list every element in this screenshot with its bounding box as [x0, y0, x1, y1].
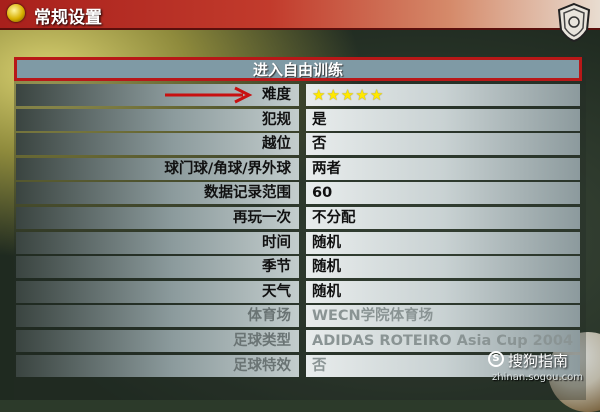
sogou-logo-icon: S — [488, 351, 504, 367]
setting-value[interactable]: 是 — [306, 108, 580, 131]
enter-free-training-button[interactable]: 进入自由训练 — [14, 57, 582, 81]
setting-value[interactable]: 两者 — [306, 157, 580, 180]
setting-label: 难度 — [16, 84, 299, 106]
setting-label: 时间 — [16, 231, 299, 254]
setting-value[interactable]: 随机 — [306, 256, 580, 279]
title-bar: 常规设置 — [0, 0, 600, 30]
setting-label: 天气 — [16, 280, 299, 303]
setting-row[interactable]: 时间 随机 — [16, 231, 580, 254]
setting-value[interactable]: ADIDAS ROTEIRO Asia Cup 2004 — [306, 330, 580, 352]
setting-value[interactable]: 否 — [306, 133, 580, 156]
watermark-text: 搜狗指南 — [508, 352, 569, 370]
red-arrow-icon — [165, 86, 253, 104]
setting-label: 越位 — [16, 133, 299, 156]
setting-row[interactable]: 足球类型 ADIDAS ROTEIRO Asia Cup 2004 — [16, 330, 580, 352]
setting-row[interactable]: 数据记录范围 60 — [16, 182, 580, 205]
setting-value[interactable]: 60 — [306, 182, 580, 205]
setting-value[interactable]: 不分配 — [306, 207, 580, 229]
star-icon: ★ — [340, 86, 356, 104]
setting-value[interactable]: 随机 — [306, 231, 580, 254]
setting-value[interactable]: 随机 — [306, 280, 580, 303]
setting-label: 体育场 — [16, 305, 299, 328]
setting-row[interactable]: 天气 随机 — [16, 280, 580, 303]
setting-row[interactable]: 季节 随机 — [16, 256, 580, 279]
watermark-url: zhinan.sogou.com — [492, 372, 584, 383]
star-icon: ★ — [355, 86, 370, 104]
star-icon: ★ — [369, 86, 385, 104]
setting-label: 数据记录范围 — [16, 182, 299, 205]
title-bullet-icon — [7, 4, 25, 22]
setting-label: 球门球/角球/界外球 — [16, 157, 299, 180]
setting-label: 季节 — [16, 256, 299, 279]
window-title: 常规设置 — [34, 8, 102, 28]
setting-label: 再玩一次 — [16, 207, 299, 229]
setting-value[interactable]: WECN学院体育场 — [306, 305, 580, 328]
setting-row[interactable]: 犯规是 — [16, 108, 580, 131]
watermark: S 搜狗指南 zhinan.sogou.com — [488, 350, 588, 394]
setting-row[interactable]: 再玩一次 不分配 — [16, 207, 580, 229]
setting-row[interactable]: 球门球/角球/界外球 两者 — [16, 157, 580, 180]
team-crest-icon — [557, 2, 591, 42]
setting-row[interactable]: 难度 ★★★★★ — [16, 84, 580, 106]
difficulty-stars: ★★★★★ — [312, 86, 385, 104]
setting-label: 足球特效 — [16, 354, 299, 377]
star-icon: ★ — [312, 86, 327, 104]
setting-label: 犯规 — [16, 108, 299, 131]
setting-row[interactable]: 体育场 WECN学院体育场 — [16, 305, 580, 328]
header-label: 进入自由训练 — [252, 60, 343, 79]
setting-value[interactable]: ★★★★★ — [306, 84, 580, 106]
star-icon: ★ — [326, 86, 341, 104]
setting-row[interactable]: 越位否 — [16, 133, 580, 156]
setting-label: 足球类型 — [16, 330, 299, 352]
